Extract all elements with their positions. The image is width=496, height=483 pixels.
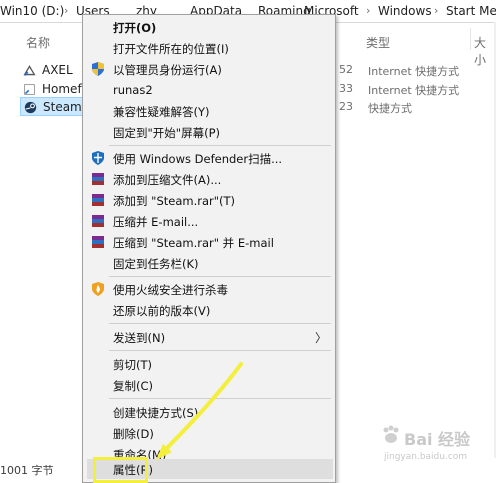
menu-item-label: 使用 Windows Defender扫描... [113,152,283,166]
menu-item-label: 删除(D) [113,427,154,441]
menu-item-label: runas2 [113,83,153,97]
menu-item-label: 剪切(T) [113,358,152,372]
menu-item-label: 以管理员身份运行(A) [113,63,222,77]
menu-item-delete[interactable]: 删除(D) [87,423,333,443]
menu-item-defender-scan[interactable]: 使用 Windows Defender扫描... [87,148,333,168]
menu-item-pin-to-start[interactable]: 固定到"开始"屏幕(P) [87,122,333,142]
menu-item-open[interactable]: 打开(O) [87,17,333,37]
menu-item-label: 添加到压缩文件(A)... [113,173,222,187]
menu-item-pin-to-taskbar[interactable]: 固定到任务栏(K) [87,253,333,273]
column-divider[interactable] [470,28,471,50]
menu-item-label: 添加到 "Steam.rar"(T) [113,194,236,208]
winrar-icon [92,215,104,227]
file-name: AXEL [42,63,73,77]
menu-item-compress-email[interactable]: 压缩并 E-mail... [87,211,333,231]
menu-item-create-shortcut[interactable]: 创建快捷方式(S) [87,402,333,422]
menu-item-label: 创建快捷方式(S) [113,406,199,420]
menu-item-add-to-steam-rar[interactable]: 添加到 "Steam.rar"(T) [87,190,333,210]
menu-item-huorong-scan[interactable]: 使用火绒安全进行杀毒 [87,279,333,299]
menu-item-runas2[interactable]: runas2 [87,80,333,100]
menu-item-label: 复制(C) [113,379,154,393]
column-header-name[interactable]: 名称 [26,34,50,51]
chevron-right-icon: 〉 [314,331,327,345]
menu-separator [109,398,331,399]
menu-item-label: 固定到任务栏(K) [113,257,199,271]
defender-icon [92,151,104,165]
menu-item-open-file-location[interactable]: 打开文件所在的位置(I) [87,38,333,58]
menu-item-run-as-admin[interactable]: 以管理员身份运行(A) [87,59,333,79]
winrar-icon [92,173,104,185]
file-row-steam[interactable]: Steam [20,97,90,116]
file-type: Internet 快捷方式 [368,84,460,97]
menu-item-cut[interactable]: 剪切(T) [87,354,333,374]
breadcrumb-item-start-menu[interactable]: Start Menu [446,4,496,18]
menu-item-send-to[interactable]: 发送到(N) 〉 [87,327,333,347]
menu-item-label: 使用火绒安全进行杀毒 [113,283,228,297]
menu-separator [109,276,331,277]
breadcrumb-item-windows[interactable]: Windows [378,4,432,18]
breadcrumb-separator: › [434,4,439,17]
menu-item-label: 兼容性疑难解答(Y) [113,105,210,119]
file-date-fragment: 52 [339,63,353,76]
menu-item-label: 固定到"开始"屏幕(P) [113,126,220,140]
menu-item-compress-steam-rar-email[interactable]: 压缩到 "Steam.rar" 并 E-mail [87,232,333,252]
menu-item-label: 打开(O) [113,21,157,35]
watermark-url: jingyan.baidu.com [384,452,468,462]
file-type: 快捷方式 [368,102,412,115]
steam-icon [24,101,37,114]
breadcrumb-separator: › [64,4,69,17]
menu-item-label: 压缩到 "Steam.rar" 并 E-mail [113,236,274,250]
file-date-fragment: 33 [339,82,353,95]
winrar-icon [92,236,104,248]
menu-separator [109,350,331,351]
menu-item-compat-troubleshoot[interactable]: 兼容性疑难解答(Y) [87,101,333,121]
axel-icon [23,65,36,76]
highlight-box [93,457,148,483]
menu-item-restore-previous[interactable]: 还原以前的版本(V) [87,300,333,320]
file-row-axel[interactable]: AXEL [20,61,90,80]
breadcrumb-separator: › [366,4,371,17]
column-header-size[interactable]: 大小 [474,34,496,68]
menu-item-label: 打开文件所在的位置(I) [113,42,229,56]
breadcrumb-item-drive[interactable]: Win10 (D:) [0,4,64,18]
menu-item-copy[interactable]: 复制(C) [87,375,333,395]
menu-item-label: 还原以前的版本(V) [113,304,211,318]
menu-item-label: 压缩并 E-mail... [113,215,199,229]
winrar-icon [92,194,104,206]
file-type: Internet 快捷方式 [368,65,460,78]
file-date-fragment: 23 [339,100,353,113]
baidu-watermark: Bai 经验 jingyan.baidu.com [380,420,492,470]
menu-item-add-to-archive[interactable]: 添加到压缩文件(A)... [87,169,333,189]
menu-item-label: 发送到(N) [113,331,166,345]
watermark-text: Bai 经验 [404,430,471,449]
homefu-icon [24,84,35,95]
baidu-paw-icon [383,425,399,443]
column-header-type[interactable]: 类型 [366,34,390,51]
file-name: Steam [43,100,82,114]
uac-shield-icon [92,62,104,76]
huorong-icon [92,282,104,296]
menu-separator [109,323,331,324]
status-text: 1001 字节 [0,464,54,477]
context-menu: 打开(O) 打开文件所在的位置(I) 以管理员身份运行(A) runas2 兼容… [82,14,336,483]
menu-separator [109,145,331,146]
